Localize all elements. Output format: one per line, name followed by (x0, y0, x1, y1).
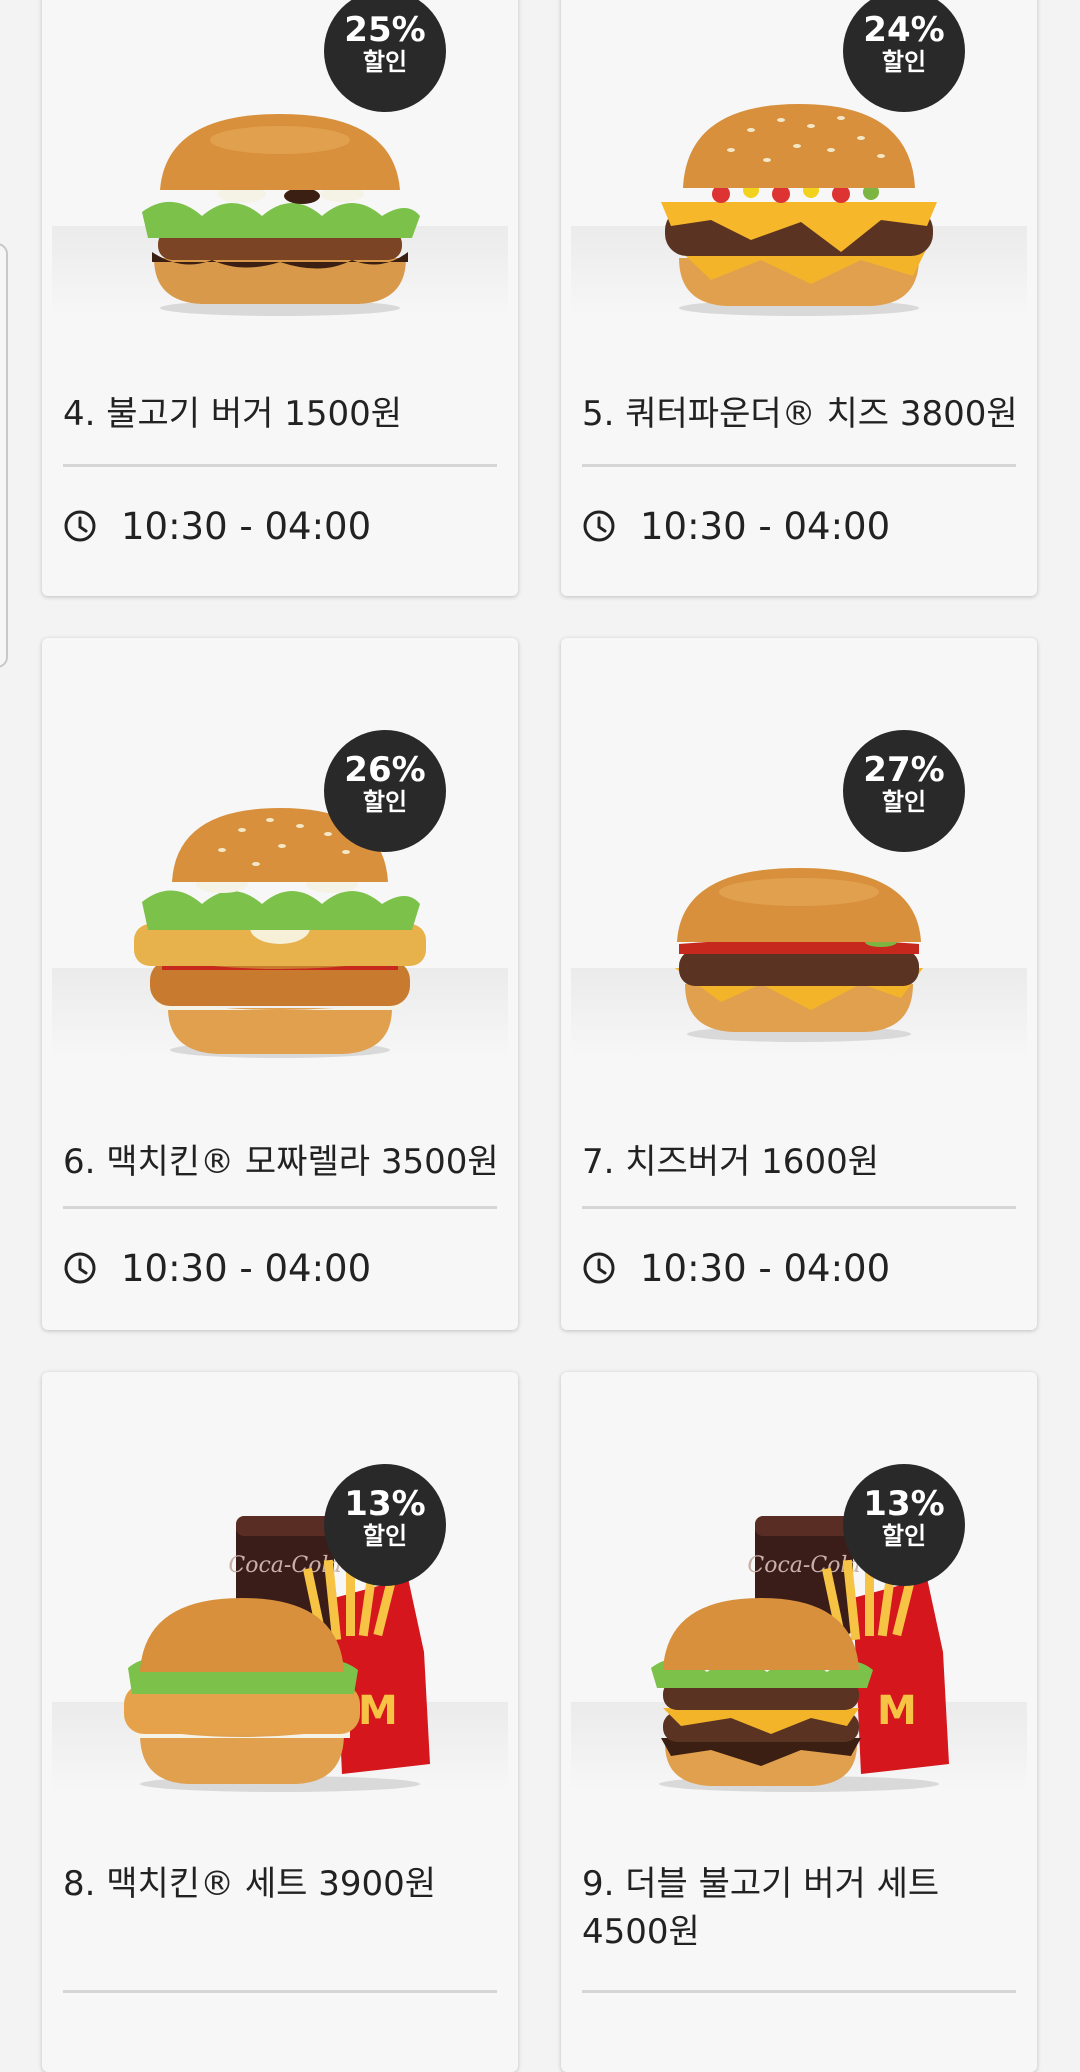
divider (63, 1990, 497, 1993)
product-image: 27% 할인 (561, 638, 1037, 1068)
product-title: 7. 치즈버거 1600원 (582, 1142, 879, 1182)
product-grid: 25% 할인 4. 불고기 버거 1500원 10:30 - 04:00 24%… (0, 0, 1080, 2072)
product-image: Coca-Cola M 13% 할인 (42, 1372, 518, 1802)
set-meal-image: Coca-Cola M (124, 1516, 430, 1792)
hours-row: 10:30 - 04:00 (582, 502, 890, 550)
product-title: 9. 더블 불고기 버거 세트 4500원 (582, 1864, 940, 1952)
hours-text: 10:30 - 04:00 (121, 504, 372, 548)
divider (63, 464, 497, 467)
product-title: 6. 맥치킨® 모짜렐라 3500원 (63, 1142, 499, 1182)
discount-badge: 13% 할인 (324, 1464, 446, 1586)
clock-icon (64, 510, 96, 542)
clock-icon (583, 510, 615, 542)
product-image: Coca-Cola M 13% 할인 (561, 1372, 1037, 1802)
burger-image (134, 808, 426, 1058)
svg-text:M: M (358, 1688, 398, 1734)
product-title: 4. 불고기 버거 1500원 (63, 394, 403, 434)
divider (582, 464, 1016, 467)
discount-badge: 13% 할인 (843, 1464, 965, 1586)
product-card-quarter-pounder-cheese[interactable]: 24% 할인 5. 쿼터파운더® 치즈 3800원 10:30 - 04:00 (561, 0, 1037, 596)
hours-row: 10:30 - 04:00 (63, 502, 371, 550)
divider (582, 1206, 1016, 1209)
product-image: 24% 할인 (561, 0, 1037, 342)
product-card-bulgogi-burger[interactable]: 25% 할인 4. 불고기 버거 1500원 10:30 - 04:00 (42, 0, 518, 596)
clock-icon (583, 1252, 615, 1284)
burger-image (661, 104, 937, 316)
svg-text:M: M (877, 1688, 917, 1734)
product-title: 5. 쿼터파운더® 치즈 3800원 (582, 394, 1018, 434)
product-title: 8. 맥치킨® 세트 3900원 (63, 1864, 437, 1904)
hours-text: 10:30 - 04:00 (640, 504, 891, 548)
divider (63, 1206, 497, 1209)
product-image: 26% 할인 (42, 638, 518, 1068)
product-card-cheeseburger[interactable]: 27% 할인 7. 치즈버거 1600원 10:30 - 04:00 (561, 638, 1037, 1330)
divider (582, 1990, 1016, 1993)
burger-image (142, 114, 420, 316)
hours-row: 10:30 - 04:00 (582, 1244, 890, 1292)
product-image: 25% 할인 (42, 0, 518, 342)
discount-badge: 26% 할인 (324, 730, 446, 852)
burger-image (675, 868, 923, 1042)
set-meal-image: Coca-Cola M (651, 1516, 949, 1792)
product-card-double-bulgogi-set[interactable]: Coca-Cola M 13% 할인 9. 더블 불고기 버거 세트 4500원 (561, 1372, 1037, 2072)
hours-text: 10:30 - 04:00 (121, 1246, 372, 1290)
discount-badge: 27% 할인 (843, 730, 965, 852)
product-card-mcchicken-mozzarella[interactable]: 26% 할인 6. 맥치킨® 모짜렐라 3500원 10:30 - 04:00 (42, 638, 518, 1330)
clock-icon (64, 1252, 96, 1284)
hours-text: 10:30 - 04:00 (640, 1246, 891, 1290)
product-card-mcchicken-set[interactable]: Coca-Cola M 13% 할인 8. 맥치킨® 세트 3900원 (42, 1372, 518, 2072)
hours-row: 10:30 - 04:00 (63, 1244, 371, 1292)
